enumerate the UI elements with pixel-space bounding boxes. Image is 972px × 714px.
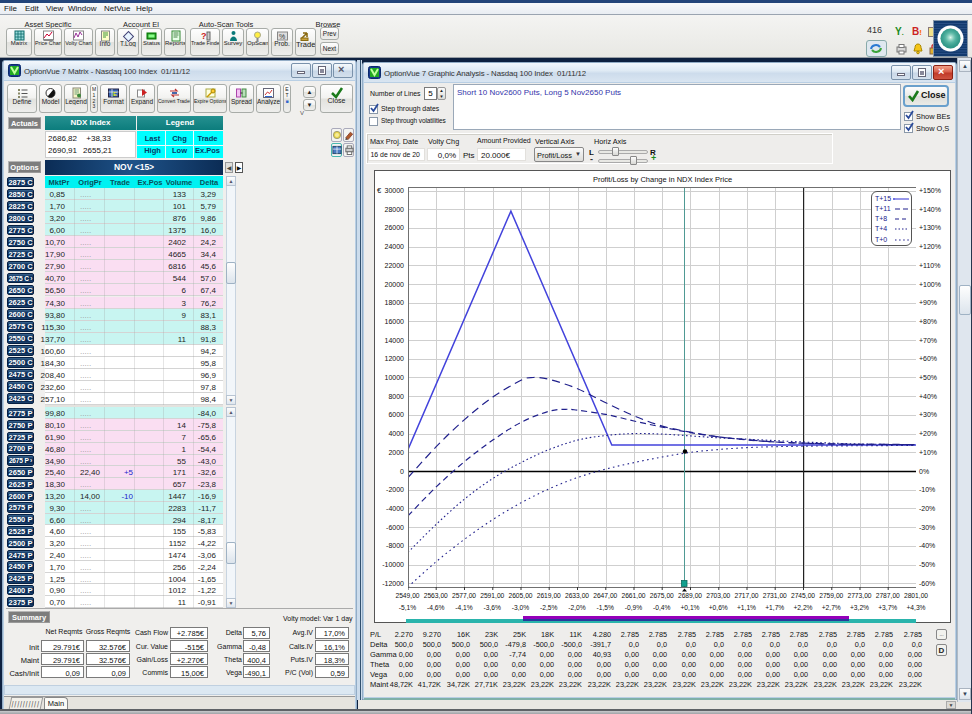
svg-text:%: % xyxy=(279,33,285,40)
svg-text:E: E xyxy=(113,91,117,97)
